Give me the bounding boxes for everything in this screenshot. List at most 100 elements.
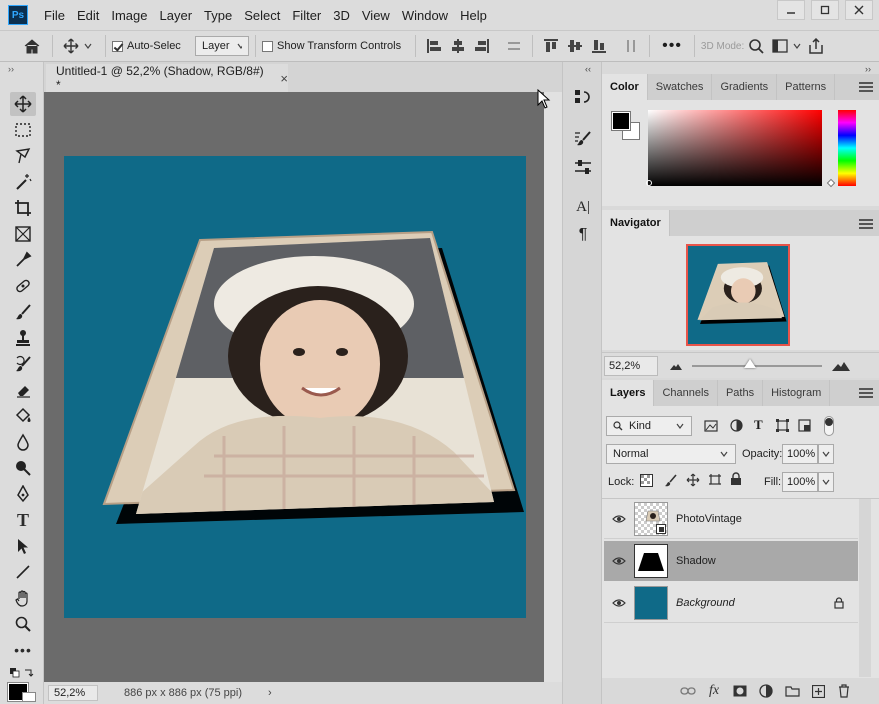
menu-3d[interactable]: 3D xyxy=(327,8,356,23)
home-button[interactable] xyxy=(20,34,44,58)
distribute-vertical-button[interactable] xyxy=(502,34,526,58)
layer-visibility-toggle[interactable] xyxy=(604,598,634,608)
eyedropper-tool[interactable] xyxy=(10,248,36,272)
menu-select[interactable]: Select xyxy=(238,8,286,23)
menu-help[interactable]: Help xyxy=(454,8,493,23)
menu-filter[interactable]: Filter xyxy=(286,8,327,23)
share-button[interactable] xyxy=(804,34,828,58)
lock-image-brush-icon[interactable] xyxy=(664,474,677,487)
filter-pixel-icon[interactable] xyxy=(704,420,718,432)
menu-view[interactable]: View xyxy=(356,8,396,23)
layer-row[interactable]: Background xyxy=(604,583,858,623)
opacity-dropdown-button[interactable] xyxy=(818,444,834,464)
magic-wand-tool[interactable] xyxy=(10,170,36,194)
zoom-tool[interactable] xyxy=(10,612,36,636)
align-top-button[interactable] xyxy=(539,34,563,58)
align-right-button[interactable] xyxy=(470,34,494,58)
opacity-field[interactable]: 100% xyxy=(782,444,818,464)
lock-transparent-icon[interactable] xyxy=(640,474,653,487)
filter-adjustment-icon[interactable] xyxy=(730,419,743,432)
tab-paths[interactable]: Paths xyxy=(718,380,764,406)
menu-window[interactable]: Window xyxy=(396,8,454,23)
eraser-tool[interactable] xyxy=(10,378,36,402)
filter-toggle-switch[interactable] xyxy=(824,416,834,436)
filter-shape-icon[interactable] xyxy=(776,419,789,432)
tab-color[interactable]: Color xyxy=(602,74,648,100)
navigator-zoom-field[interactable]: 52,2% xyxy=(604,355,658,376)
adjustments-button[interactable] xyxy=(571,156,595,178)
paint-bucket-tool[interactable] xyxy=(10,404,36,428)
layer-row[interactable]: Shadow xyxy=(604,541,858,581)
collapse-right-panels-button[interactable]: ›› xyxy=(865,64,871,74)
blur-tool[interactable] xyxy=(10,430,36,454)
zoom-in-mountain-icon[interactable] xyxy=(832,361,850,371)
filter-type-icon[interactable]: T xyxy=(754,417,763,433)
navigator-zoom-handle[interactable] xyxy=(744,358,756,368)
tab-layers[interactable]: Layers xyxy=(602,380,655,406)
align-bottom-button[interactable] xyxy=(587,34,611,58)
layer-filter-dropdown[interactable]: Kind xyxy=(606,416,692,436)
more-options-button[interactable]: ••• xyxy=(662,37,682,55)
workspace-button[interactable] xyxy=(768,34,792,58)
color-picker-marker[interactable] xyxy=(646,180,652,186)
collapse-panels-button[interactable]: ‹‹ xyxy=(585,64,591,74)
hand-tool[interactable] xyxy=(10,586,36,610)
brush-tool[interactable] xyxy=(10,300,36,324)
tab-navigator[interactable]: Navigator xyxy=(602,210,670,236)
menu-file[interactable]: File xyxy=(38,8,71,23)
path-selection-tool[interactable] xyxy=(10,534,36,558)
layer-visibility-toggle[interactable] xyxy=(604,514,634,524)
background-color-swatch[interactable] xyxy=(22,692,36,702)
menu-image[interactable]: Image xyxy=(105,8,153,23)
new-layer-button[interactable] xyxy=(807,682,829,700)
crop-tool[interactable] xyxy=(10,196,36,220)
lock-artboard-icon[interactable] xyxy=(708,473,722,487)
color-panel-menu-button[interactable] xyxy=(859,82,873,92)
layer-style-button[interactable]: fx xyxy=(703,682,725,700)
document-canvas[interactable] xyxy=(64,156,526,618)
vertical-scrollbar[interactable] xyxy=(544,92,562,682)
new-group-button[interactable] xyxy=(781,682,803,700)
status-menu-arrow[interactable]: › xyxy=(268,687,272,699)
clone-stamp-tool[interactable] xyxy=(10,326,36,350)
brush-settings-button[interactable] xyxy=(571,128,595,150)
close-tab-button[interactable]: × xyxy=(280,71,288,86)
history-panel-button[interactable] xyxy=(571,86,595,108)
tab-patterns[interactable]: Patterns xyxy=(777,74,836,100)
swap-colors-button[interactable] xyxy=(10,668,34,680)
tab-gradients[interactable]: Gradients xyxy=(712,74,778,100)
tab-histogram[interactable]: Histogram xyxy=(763,380,831,406)
blend-mode-dropdown[interactable]: Normal xyxy=(606,444,736,464)
layer-row[interactable]: PhotoVintage xyxy=(604,499,858,539)
type-tool[interactable]: T xyxy=(10,508,36,532)
marquee-tool[interactable] xyxy=(10,118,36,142)
search-button[interactable] xyxy=(744,34,768,58)
maximize-button[interactable] xyxy=(811,0,839,20)
collapse-toolbar-button[interactable]: ›› xyxy=(8,64,14,74)
auto-select-checkbox[interactable] xyxy=(112,40,123,52)
adjustment-layer-button[interactable] xyxy=(755,682,777,700)
navigator-zoom-slider[interactable] xyxy=(692,358,822,368)
minimize-button[interactable] xyxy=(777,0,805,20)
pen-tool[interactable] xyxy=(10,482,36,506)
color-saturation-field[interactable] xyxy=(648,110,822,186)
add-mask-button[interactable] xyxy=(729,682,751,700)
filter-smart-object-icon[interactable] xyxy=(798,419,811,432)
align-vcenter-button[interactable] xyxy=(563,34,587,58)
align-hcenter-button[interactable] xyxy=(446,34,470,58)
move-tool-preset[interactable] xyxy=(59,34,83,58)
tab-swatches[interactable]: Swatches xyxy=(648,74,713,100)
zoom-out-mountain-icon[interactable] xyxy=(670,362,682,370)
document-tab[interactable]: Untitled-1 @ 52,2% (Shadow, RGB/8#) * × xyxy=(46,64,288,92)
dodge-tool[interactable] xyxy=(10,456,36,480)
color-foreground-swatch[interactable] xyxy=(611,111,631,131)
move-tool[interactable] xyxy=(10,92,36,116)
healing-brush-tool[interactable] xyxy=(10,274,36,298)
fill-field[interactable]: 100% xyxy=(782,472,818,492)
lock-all-icon[interactable] xyxy=(730,472,742,486)
menu-layer[interactable]: Layer xyxy=(154,8,199,23)
navigator-preview[interactable] xyxy=(686,244,790,346)
layers-panel-menu-button[interactable] xyxy=(859,388,873,398)
more-tools[interactable]: ••• xyxy=(10,638,36,662)
line-tool[interactable] xyxy=(10,560,36,584)
